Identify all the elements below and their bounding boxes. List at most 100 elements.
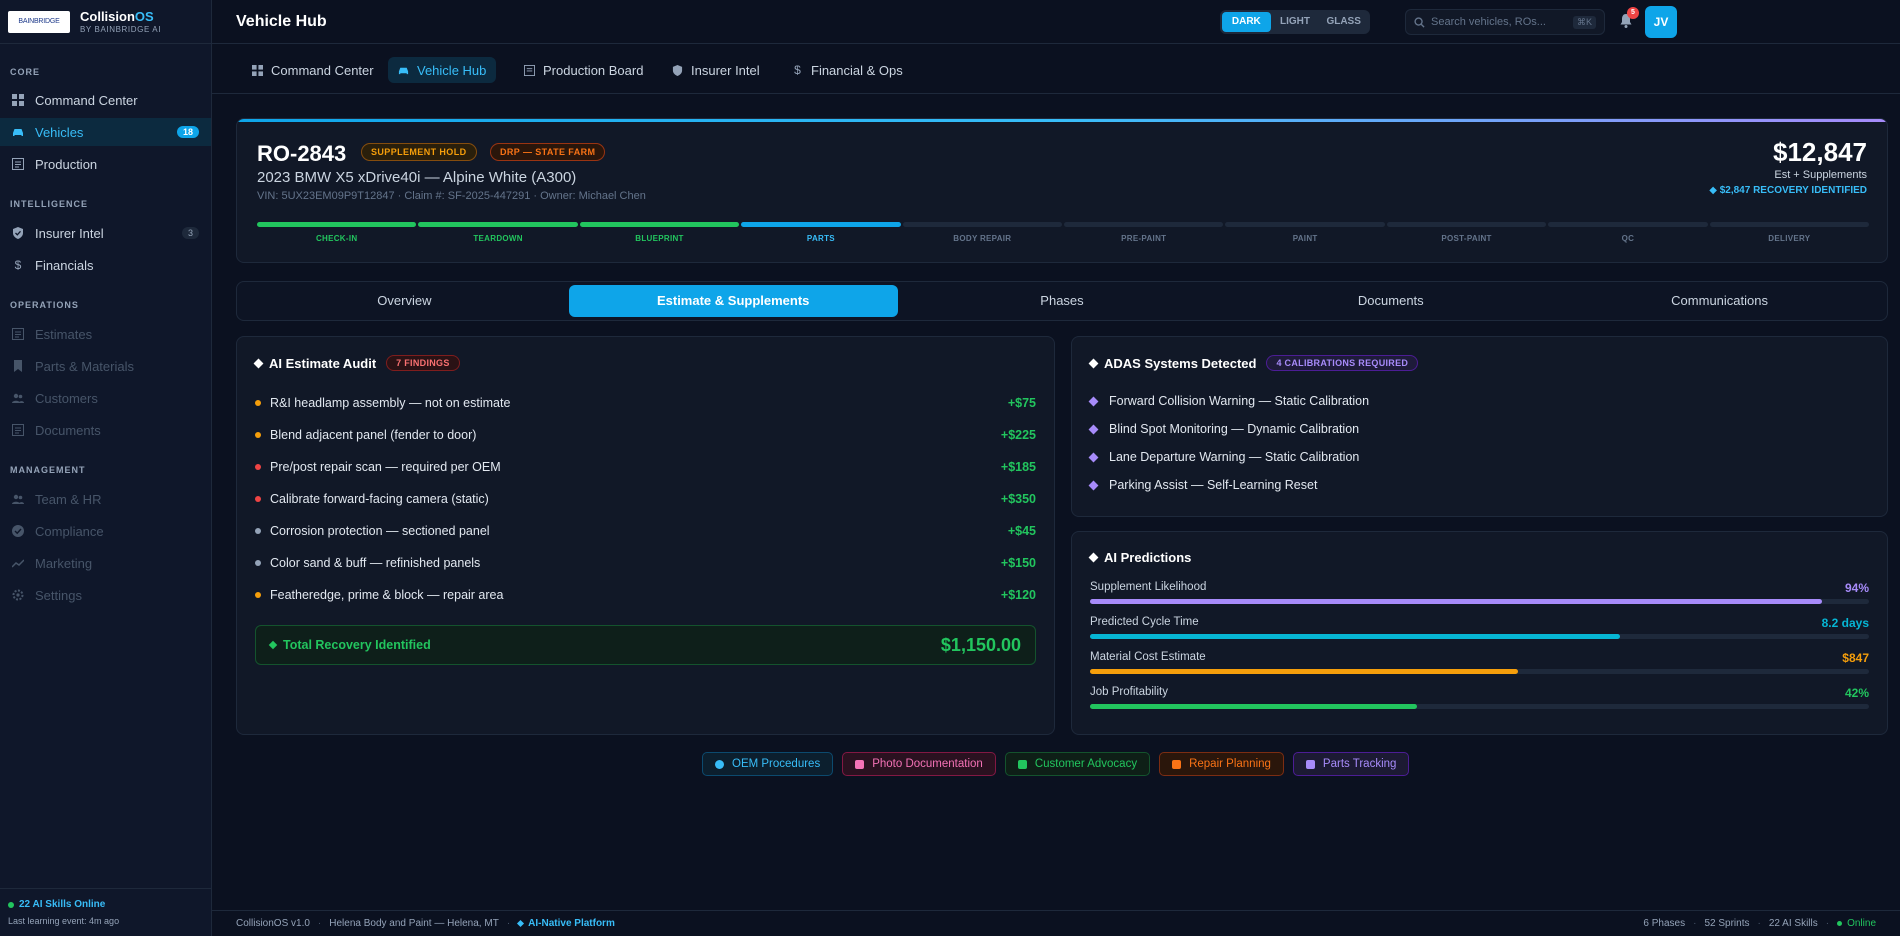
tab-phases[interactable]: Phases <box>898 285 1227 317</box>
tab-documents[interactable]: Documents <box>1226 285 1555 317</box>
theme-glass-button[interactable]: GLASS <box>1319 12 1368 32</box>
last-learning-event: Last learning event: 4m ago <box>8 916 120 926</box>
tab-label: Command Center <box>271 62 374 78</box>
users-icon <box>12 494 24 504</box>
phase-step[interactable]: POST-PAINT <box>1386 222 1547 243</box>
diamond-icon <box>1088 396 1099 406</box>
sidebar-item-vehicles[interactable]: Vehicles 18 <box>0 118 211 146</box>
sidebar-item-financials[interactable]: $ Financials <box>0 251 211 279</box>
theme-toggle: DARK LIGHT GLASS <box>1220 10 1370 34</box>
panel-title: AI Predictions <box>1088 550 1191 565</box>
adas-item[interactable]: Lane Departure Warning — Static Calibrat… <box>1088 447 1359 467</box>
audit-finding[interactable]: Featheredge, prime & block — repair area… <box>255 585 1036 605</box>
tab-financial-ops[interactable]: $ Financial & Ops <box>782 57 913 83</box>
phase-progress: CHECK-IN TEARDOWN BLUEPRINT PARTS BODY R… <box>257 222 1870 243</box>
sidebar-item-customers[interactable]: Customers <box>0 384 211 412</box>
tab-communications[interactable]: Communications <box>1555 285 1884 317</box>
prediction-row: Job Profitability 42% <box>1090 686 1869 716</box>
sidebar-item-production[interactable]: Production <box>0 150 211 178</box>
nav-section-operations: OPERATIONS <box>10 300 79 310</box>
adas-item[interactable]: Parking Assist — Self-Learning Reset <box>1088 475 1317 495</box>
check-circle-icon <box>12 525 24 537</box>
tab-vehicle-hub[interactable]: Vehicle Hub <box>388 57 497 83</box>
check-circle-icon <box>715 759 724 769</box>
tab-command-center[interactable]: Command Center <box>242 57 384 83</box>
sidebar-item-insurer-intel[interactable]: Insurer Intel 3 <box>0 219 211 247</box>
company-logo: BAINBRIDGE <box>8 10 70 33</box>
board-icon <box>524 64 535 76</box>
phase-step[interactable]: PRE-PAINT <box>1064 222 1224 243</box>
app-subtitle: BY BAINBRIDGE AI <box>80 25 162 34</box>
audit-finding[interactable]: R&I headlamp assembly — not on estimate +… <box>255 393 1036 413</box>
page-title: Vehicle Hub <box>236 12 327 30</box>
prediction-label: Predicted Cycle Time <box>1090 616 1199 628</box>
tab-label: Production Board <box>543 62 644 78</box>
notification-count-badge: 5 <box>1627 7 1639 19</box>
vehicle-description: 2023 BMW X5 xDrive40i — Alpine White (A3… <box>257 169 577 186</box>
phase-step[interactable]: CHECK-IN <box>257 222 417 243</box>
adas-item[interactable]: Forward Collision Warning — Static Calib… <box>1088 391 1369 411</box>
tab-overview[interactable]: Overview <box>240 285 569 317</box>
platform-label: AI-Native Platform <box>517 918 615 929</box>
phase-step[interactable]: PAINT <box>1225 222 1385 243</box>
audit-finding[interactable]: Blend adjacent panel (fender to door) +$2… <box>255 425 1036 445</box>
tab-production-board[interactable]: Production Board <box>514 57 653 83</box>
audit-finding[interactable]: Color sand & buff — refinished panels +$1… <box>255 553 1036 573</box>
severity-dot-icon <box>255 400 261 406</box>
theme-dark-button[interactable]: DARK <box>1222 12 1271 32</box>
prediction-track <box>1090 669 1869 674</box>
user-avatar[interactable]: JV <box>1645 6 1677 38</box>
sidebar-item-command-center[interactable]: Command Center <box>0 86 211 114</box>
total-recovery: Total Recovery Identified $1,150.00 <box>255 625 1036 665</box>
estimate-total-label: Est + Supplements <box>1774 169 1867 181</box>
app-name: CollisionOS <box>80 9 154 24</box>
nav-section-core: CORE <box>10 67 41 77</box>
sidebar-item-estimates[interactable]: Estimates <box>0 320 211 348</box>
tab-insurer-intel[interactable]: Insurer Intel <box>662 57 770 83</box>
skill-chip[interactable]: Repair Planning <box>1159 752 1284 776</box>
users-icon <box>1017 759 1027 769</box>
bookmark-icon <box>14 360 22 372</box>
phase-step[interactable]: QC <box>1548 222 1708 243</box>
sidebar-item-team-hr[interactable]: Team & HR <box>0 485 211 513</box>
tab-estimate-supplements[interactable]: Estimate & Supplements <box>568 285 898 317</box>
skill-chip[interactable]: Parts Tracking <box>1292 752 1410 776</box>
phase-step[interactable]: BLUEPRINT <box>579 222 740 243</box>
prediction-track <box>1090 599 1869 604</box>
ro-summary-card: RO-2843 SUPPLEMENT HOLD DRP — STATE FARM… <box>236 118 1888 263</box>
audit-finding[interactable]: Calibrate forward-facing camera (static)… <box>255 489 1036 509</box>
prediction-fill <box>1090 669 1519 674</box>
detail-tabs: Overview Estimate & Supplements Phases D… <box>236 281 1888 321</box>
sidebar-item-label: Estimates <box>35 326 93 342</box>
status-footer: CollisionOS v1.0 · Helena Body and Paint… <box>212 910 1900 936</box>
adas-item[interactable]: Blind Spot Monitoring — Dynamic Calibrat… <box>1088 419 1359 439</box>
phase-step[interactable]: TEARDOWN <box>418 222 578 243</box>
skill-chip[interactable]: OEM Procedures <box>702 752 834 776</box>
sidebar-item-label: Financials <box>35 257 94 273</box>
phase-step-current[interactable]: PARTS <box>741 222 901 243</box>
skill-chip[interactable]: Photo Documentation <box>842 752 996 776</box>
prediction-fill <box>1090 599 1823 604</box>
audit-finding[interactable]: Pre/post repair scan — required per OEM +… <box>255 457 1036 477</box>
diamond-icon <box>1088 552 1099 563</box>
skill-chips: OEM Procedures Photo Documentation Custome… <box>702 752 1410 776</box>
phase-step[interactable]: BODY REPAIR <box>902 222 1063 243</box>
severity-dot-icon <box>255 528 261 534</box>
sidebar-item-label: Marketing <box>35 555 93 571</box>
prediction-fill <box>1090 634 1620 639</box>
sidebar-item-marketing[interactable]: Marketing <box>0 549 211 577</box>
sidebar-item-parts-materials[interactable]: Parts & Materials <box>0 352 211 380</box>
sidebar-item-documents[interactable]: Documents <box>0 416 211 444</box>
brand[interactable]: BAINBRIDGE CollisionOS BY BAINBRIDGE AI <box>0 0 211 44</box>
tab-label: Vehicle Hub <box>417 62 487 78</box>
panel-title: ADAS Systems Detected 4 CALIBRATIONS REQ… <box>1088 355 1419 371</box>
audit-finding[interactable]: Corrosion protection — sectioned panel +$… <box>255 521 1036 541</box>
sidebar-item-compliance[interactable]: Compliance <box>0 517 211 545</box>
skill-chip[interactable]: Customer Advocacy <box>1004 752 1151 776</box>
theme-light-button[interactable]: LIGHT <box>1271 12 1320 32</box>
search-box[interactable]: ⌘K <box>1405 9 1605 35</box>
phase-step[interactable]: DELIVERY <box>1709 222 1870 243</box>
search-input[interactable] <box>1431 16 1561 28</box>
sidebar-item-settings[interactable]: Settings <box>0 581 211 609</box>
prediction-value: 8.2 days <box>1821 616 1869 630</box>
